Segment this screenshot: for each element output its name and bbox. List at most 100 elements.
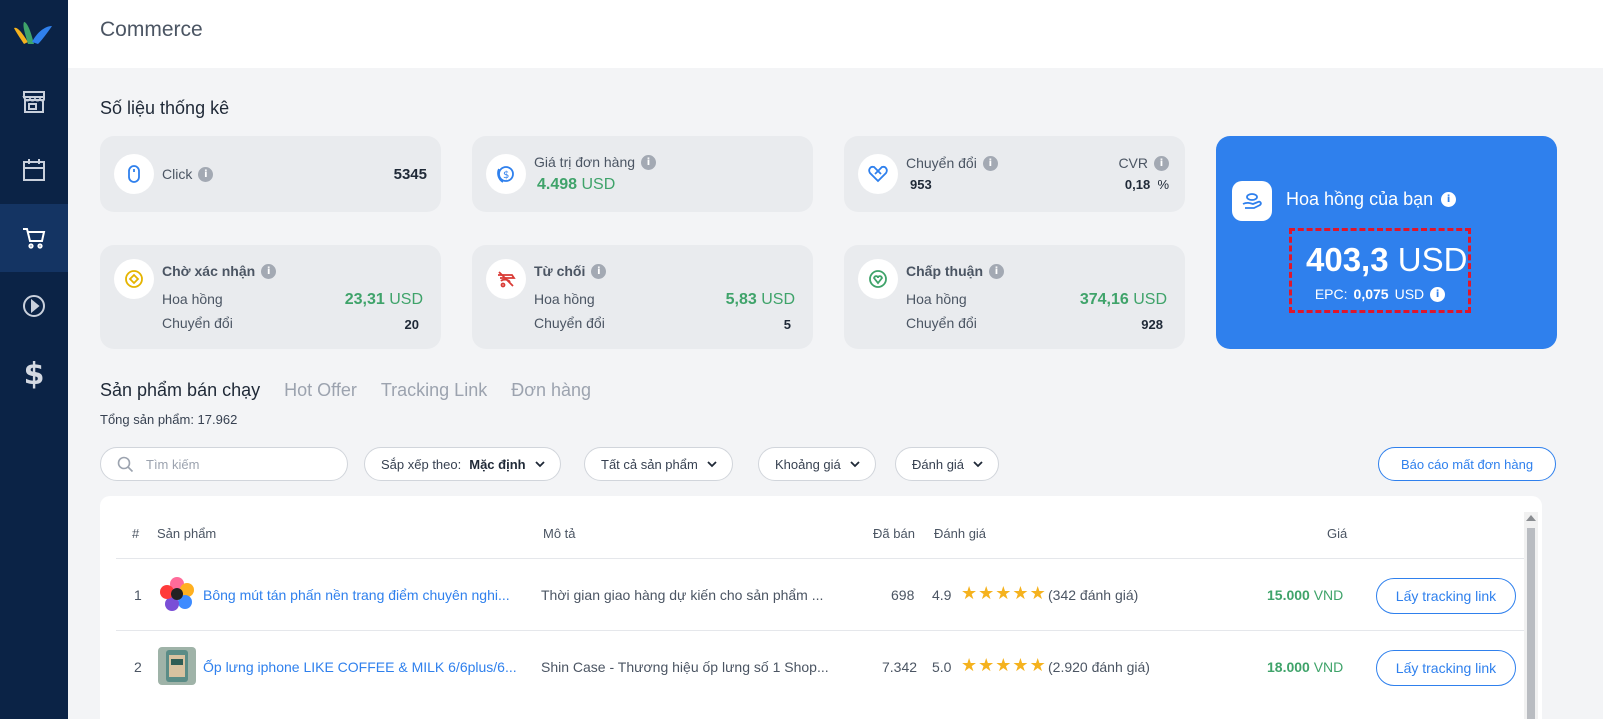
commission-highlight-box: 403,3 USD EPC: 0,075 USD i [1289,228,1471,313]
rejected-unit: USD [761,291,795,308]
scrollbar-thumb[interactable] [1527,528,1535,719]
order-value: 4.498 [537,176,578,193]
info-icon[interactable]: i [641,154,657,170]
rating-value: 4.9 [932,587,952,603]
click-label: Click [162,166,193,182]
sidebar-item-payment[interactable]: $ [0,340,68,408]
sidebar-item-store[interactable] [0,68,68,136]
price-range-dropdown[interactable]: Khoảng giá [758,447,876,481]
category-label: Tất cả sản phẩm [601,456,698,472]
money-icon: $ [486,154,526,194]
cvr-unit: % [1157,177,1169,192]
header-rating: Đánh giá [934,526,987,541]
approved-conversion-label: Chuyển đổi [906,315,977,331]
category-dropdown[interactable]: Tất cả sản phẩm [584,447,733,481]
sidebar-item-calendar[interactable] [0,136,68,204]
header-description: Mô tả [543,526,576,541]
scroll-up-arrow-icon[interactable] [1526,515,1536,521]
chevron-down-icon [534,461,545,468]
info-icon[interactable]: i [1430,286,1446,302]
rating-stars: ★ ★ ★ ★ ★ [961,657,1046,675]
pending-label: Chờ xác nhận [162,263,256,279]
sold-count: 698 [891,587,915,603]
search-input[interactable] [146,456,326,472]
rejected-label: Từ chối [534,263,586,279]
tab-best-selling[interactable]: Sản phẩm bán chạy [100,380,260,401]
reject-icon [486,259,526,299]
search-icon [117,456,134,472]
tab-tracking-link[interactable]: Tracking Link [381,380,487,401]
row-index: 1 [134,587,142,603]
logo[interactable] [12,16,54,50]
star-icon: ★ [1029,583,1046,604]
click-value: 5345 [393,166,427,183]
header-index: # [132,526,140,541]
price-currency: VND [1313,587,1344,603]
info-icon[interactable]: i [989,263,1004,279]
product-tabs: Sản phẩm bán chạy Hot Offer Tracking Lin… [100,380,591,401]
star-icon: ★ [1012,583,1029,604]
star-icon: ★ [995,655,1012,676]
chevron-down-icon [707,461,717,468]
approved-commission-label: Hoa hồng [906,291,967,307]
pending-commission-label: Hoa hồng [162,291,223,307]
search-box [100,447,348,481]
product-thumbnail[interactable] [158,575,196,613]
epc-value: 0,075 [1353,286,1389,302]
cart-icon [23,228,46,249]
hand-money-icon [1232,181,1272,221]
info-icon[interactable]: i [261,263,277,279]
tab-hot-offer[interactable]: Hot Offer [284,380,357,401]
cvr-label: CVR [1118,155,1148,171]
order-value-unit: USD [581,176,616,193]
product-description: Thời gian giao hàng dự kiến cho sản phẩm… [541,587,824,603]
cvr-value: 0,18 [1124,177,1151,192]
info-icon[interactable]: i [1441,192,1457,207]
rating-dropdown[interactable]: Đánh giá [895,447,1000,481]
header-sold: Đã bán [873,526,915,541]
table-scrollbar[interactable] [1524,512,1538,719]
total-products: Tổng sản phẩm: 17.962 [100,412,238,427]
conversion-card: Chuyển đổi i 953 CVR i 0,18 % [844,136,1185,212]
header-price: Giá [1327,526,1348,541]
info-icon[interactable]: i [198,166,214,182]
sidebar: $ [0,0,68,719]
chevron-down-icon [850,461,860,468]
approved-label: Chấp thuận [906,263,983,279]
product-link[interactable]: Bông mút tán phấn nền trang điểm chuyên … [203,587,510,603]
pending-conversion-value: 20 [404,317,419,332]
get-tracking-link-button[interactable]: Lấy tracking link [1376,578,1516,614]
info-icon[interactable]: i [982,155,998,171]
star-icon: ★ [978,655,995,676]
price-range-label: Khoảng giá [775,456,841,472]
calendar-icon [23,159,45,181]
sidebar-item-video[interactable] [0,272,68,340]
rejected-conversion-value: 5 [783,317,791,332]
header-product: Sản phẩm [157,526,217,541]
get-tracking-link-button[interactable]: Lấy tracking link [1376,650,1516,686]
rejected-commission-value: 5,83 [725,291,757,308]
approved-commission-value: 374,16 [1079,291,1129,308]
sold-count: 7.342 [882,659,918,675]
rating-filter-label: Đánh giá [912,456,965,472]
order-value-card: $ Giá trị đơn hàng i 4.498 USD [472,136,813,212]
info-icon[interactable]: i [591,263,607,279]
sort-dropdown[interactable]: Sắp xếp theo: Mặc định [364,447,561,481]
commission-title: Hoa hồng của bạn [1286,189,1434,209]
table-row: 1 Bông mút tán phấn nền trang điểm chuyê… [116,558,1526,630]
play-icon [23,295,45,317]
tab-orders[interactable]: Đơn hàng [511,380,591,401]
product-link[interactable]: Ốp lưng iphone LIKE COFFEE & MILK 6/6plu… [203,659,517,675]
report-missing-order-button[interactable]: Báo cáo mất đơn hàng [1378,447,1556,481]
pending-conversion-label: Chuyển đổi [162,315,233,331]
stats-section-title: Số liệu thống kê [100,98,230,118]
table-row: 2 Ốp lưng iphone LIKE COFFEE & MILK 6/6p… [116,630,1526,702]
product-thumbnail[interactable] [158,647,196,685]
chevron-down-icon [973,461,983,468]
pending-card: Chờ xác nhận i Hoa hồng 23,31 USD Chuyển … [100,245,441,349]
sidebar-item-cart[interactable] [0,204,68,272]
info-icon[interactable]: i [1154,155,1169,171]
approved-unit: USD [1133,291,1167,308]
order-value-label: Giá trị đơn hàng [534,154,636,170]
heart-handshake-icon [858,154,898,194]
